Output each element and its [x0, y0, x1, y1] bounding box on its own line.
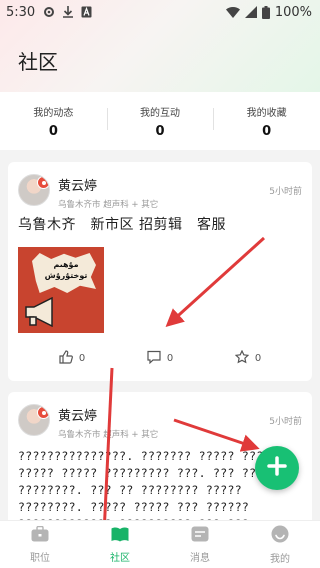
star-icon: [234, 349, 250, 367]
stat-value: 0: [48, 123, 58, 139]
comment-button[interactable]: 0: [147, 350, 173, 367]
page-title: 社区: [18, 50, 58, 74]
stat-my-interactions[interactable]: 我的互动 0: [106, 92, 214, 150]
stat-label: 我的动态: [33, 107, 74, 119]
stats-row: 我的动态 0 我的互动 0 我的收藏 0: [0, 92, 320, 150]
author-name[interactable]: 黄云婷: [58, 175, 158, 194]
stat-value: 0: [262, 123, 272, 139]
bottom-tab-bar: 职位 社区 消息 我的: [0, 520, 320, 568]
notification-badge-icon: [37, 406, 49, 419]
post-time: 5小时前: [269, 187, 302, 197]
tab-community[interactable]: 社区: [80, 521, 160, 568]
profile-icon: [271, 525, 289, 547]
tab-label: 消息: [190, 552, 210, 564]
signal-icon: [244, 6, 257, 18]
image-caption: مۇھىم توختۇرۇش: [44, 260, 88, 280]
tab-profile[interactable]: 我的: [240, 521, 320, 568]
like-count: 0: [78, 353, 86, 364]
status-bar: 5:30 100%: [0, 0, 320, 24]
tab-jobs[interactable]: 职位: [0, 521, 80, 568]
notification-badge-icon: [37, 176, 49, 189]
stat-my-posts[interactable]: 我的动态 0: [0, 92, 107, 150]
avatar[interactable]: [18, 404, 50, 436]
comment-count: 0: [166, 353, 174, 364]
tab-label: 社区: [110, 552, 130, 564]
create-post-button[interactable]: [255, 446, 299, 490]
status-time: 5:30: [6, 4, 36, 20]
author-meta: 乌鲁木齐市 超声科 + 其它: [58, 200, 159, 210]
post-header: 黄云婷 乌鲁木齐市 超声科 + 其它: [18, 404, 158, 440]
author-meta: 乌鲁木齐市 超声科 + 其它: [58, 430, 159, 440]
thumbs-up-icon: [59, 350, 73, 367]
megaphone-icon: [22, 296, 62, 331]
post-actions: 0 0 0: [8, 349, 312, 367]
stat-value: 0: [155, 123, 165, 139]
favorite-button[interactable]: 0: [234, 349, 262, 367]
wifi-icon: [225, 6, 240, 18]
message-icon: [191, 526, 209, 546]
stat-my-favorites[interactable]: 我的收藏 0: [213, 92, 320, 150]
author-name[interactable]: 黄云婷: [58, 405, 158, 424]
post-card[interactable]: 黄云婷 乌鲁木齐市 超声科 + 其它 5小时前 乌鲁木齐 新市区 招剪辑 客服 …: [8, 162, 312, 381]
favorite-count: 0: [254, 353, 262, 364]
tab-label: 我的: [270, 553, 290, 565]
plus-icon: [267, 456, 287, 480]
avatar[interactable]: [18, 174, 50, 206]
stat-label: 我的收藏: [246, 107, 287, 119]
comment-icon: [147, 350, 161, 367]
post-header: 黄云婷 乌鲁木齐市 超声科 + 其它: [18, 174, 158, 210]
battery-icon: [261, 5, 270, 19]
like-button[interactable]: 0: [59, 350, 85, 367]
font-a-icon: [81, 6, 92, 18]
tab-messages[interactable]: 消息: [160, 521, 240, 568]
post-text: 乌鲁木齐 新市区 招剪辑 客服: [18, 217, 226, 233]
post-time: 5小时前: [269, 417, 302, 427]
download-icon: [63, 6, 74, 18]
stat-label: 我的互动: [140, 107, 180, 119]
briefcase-icon: [31, 525, 49, 546]
tab-label: 职位: [30, 552, 50, 564]
battery-level: 100%: [274, 4, 312, 20]
post-image[interactable]: مۇھىم توختۇرۇش: [18, 247, 104, 333]
book-icon: [111, 526, 129, 546]
settings-gear-icon: [43, 6, 55, 18]
